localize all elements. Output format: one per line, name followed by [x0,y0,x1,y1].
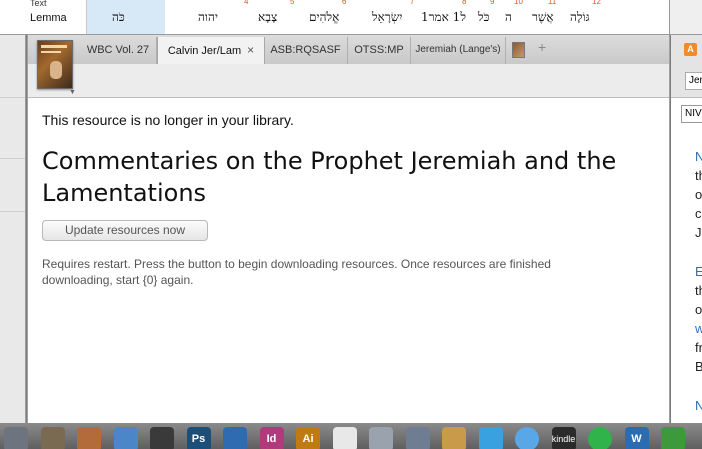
interlinear-word[interactable]: ל1 אמר1 [421,10,466,25]
right-panel-line[interactable]: w [695,320,702,337]
kindle-icon[interactable]: kindle [551,427,576,449]
tab-otss-mp[interactable]: OTSS:MP [348,37,411,64]
restart-instructions: Requires restart. Press the button to be… [42,257,551,287]
interlinear-word[interactable]: ה [505,10,512,25]
word-number: 9 [490,0,495,6]
selected-word-cell[interactable] [87,0,165,34]
word-number: 6 [342,0,347,6]
word-number: 12 [592,0,601,6]
right-panel-line[interactable]: N [695,148,702,165]
dock-icon-4[interactable] [113,427,138,449]
tab-calvin-jer-lam[interactable]: Calvin Jer/Lam × [157,37,265,65]
dock-icon-12[interactable] [405,427,430,449]
interlinear-word[interactable]: צָבָא [258,10,277,25]
right-panel-line: o [695,187,702,202]
interlinear-right-pane [669,0,702,34]
add-tab-button[interactable]: + [538,39,546,55]
tab-label: OTSS:MP [354,44,404,56]
illustrator-icon[interactable]: Ai [296,427,320,449]
right-panel-line: o [695,302,702,317]
dock-icon-3[interactable] [77,427,101,449]
panel-icon[interactable]: A [684,43,697,56]
update-resources-button[interactable]: Update resources now [42,220,208,241]
cover-subtitle-bar [41,51,61,53]
bible-version-select[interactable]: NIV [681,105,702,123]
interlinear-word[interactable]: כֹּל [478,10,489,25]
w-icon[interactable]: W [624,427,649,449]
right-panel-line[interactable]: N [695,397,702,414]
tab-label: WBC Vol. 27 [86,44,150,56]
preview-icon[interactable] [223,427,247,449]
interlinear-word[interactable]: יִשְׂרָאֵל [372,10,402,25]
cover-title-bar [41,45,67,48]
photoshop-icon[interactable]: Ps [186,427,211,449]
word-number: 11 [548,0,557,6]
word-number: 8 [462,0,467,6]
right-panel-line: c [695,206,702,221]
dock-icon-11[interactable] [369,427,393,449]
left-panel [0,35,26,423]
word-number: 10 [514,0,523,6]
main-panel: WBC Vol. 27 Calvin Jer/Lam × ASB:RQSASF O… [27,35,670,423]
reference-input[interactable]: Jer [685,72,702,90]
dock-icon-5[interactable] [150,427,174,449]
cover-portrait [50,61,62,79]
tab-label: ASB:RQSASF [270,44,341,56]
interlinear-word[interactable]: אֲשֶׁר [532,10,554,25]
tab-bar: WBC Vol. 27 Calvin Jer/Lam × ASB:RQSASF O… [28,35,669,65]
tab-jeremiah-langes[interactable]: Jeremiah (Lange's) [411,37,506,64]
dock-icon-1[interactable] [4,427,28,449]
right-panel-line[interactable]: E [695,263,702,280]
right-panel-header: A Jer [671,35,702,98]
left-panel-divider [0,97,25,98]
messages-icon[interactable] [515,427,539,449]
left-panel-divider [0,211,25,212]
word-number: 4 [244,0,249,6]
right-panel: A Jer NIV NthocJEthowfrBN [671,35,702,423]
twitter-icon[interactable] [478,427,503,449]
indesign-icon[interactable]: Id [259,427,284,449]
left-panel-divider [0,158,25,159]
panel-toolbar [28,64,669,98]
interlinear-panel: Text Lemma כֹּה 4 יהוה 5 צָבָא 6 אֱלֹהִי… [0,0,702,35]
book-cover-icon[interactable] [37,40,73,89]
chevron-down-icon[interactable]: ▼ [69,89,76,96]
acrobat-icon[interactable] [332,427,357,449]
close-icon[interactable]: × [247,43,254,57]
dock: Ps Id Ai kindle W [0,423,702,449]
interlinear-word[interactable]: גּוֹלָה [570,10,590,25]
dock-icon-13[interactable] [442,427,466,449]
lemma-row-label: Lemma [30,12,67,24]
tab-asb-rqsasf[interactable]: ASB:RQSASF [264,37,348,64]
word-number: 7 [410,0,415,6]
right-panel-line: J [695,225,702,240]
word-number: 5 [290,0,295,6]
interlinear-word[interactable]: יהוה [198,10,218,25]
tab-wbc-vol-27[interactable]: WBC Vol. 27 [80,37,157,64]
right-panel-line: th [695,283,702,298]
book-tab-icon[interactable] [512,42,525,58]
right-panel-line: B [695,359,702,374]
selected-word[interactable]: כֹּה [112,10,125,25]
right-panel-line: th [695,168,702,183]
right-panel-line: fr [695,340,702,355]
missing-resource-notice: This resource is no longer in your libra… [42,112,294,128]
tab-label: Calvin Jer/Lam [167,45,242,57]
spotify-icon[interactable] [588,427,612,449]
resource-title: Commentaries on the Prophet Jeremiah and… [42,147,617,207]
dock-icon-2[interactable] [40,427,65,449]
tab-label: Jeremiah (Lange's) [415,44,501,55]
dock-icon-19[interactable] [661,427,685,449]
interlinear-word[interactable]: אֱלֹהִים [309,10,339,25]
